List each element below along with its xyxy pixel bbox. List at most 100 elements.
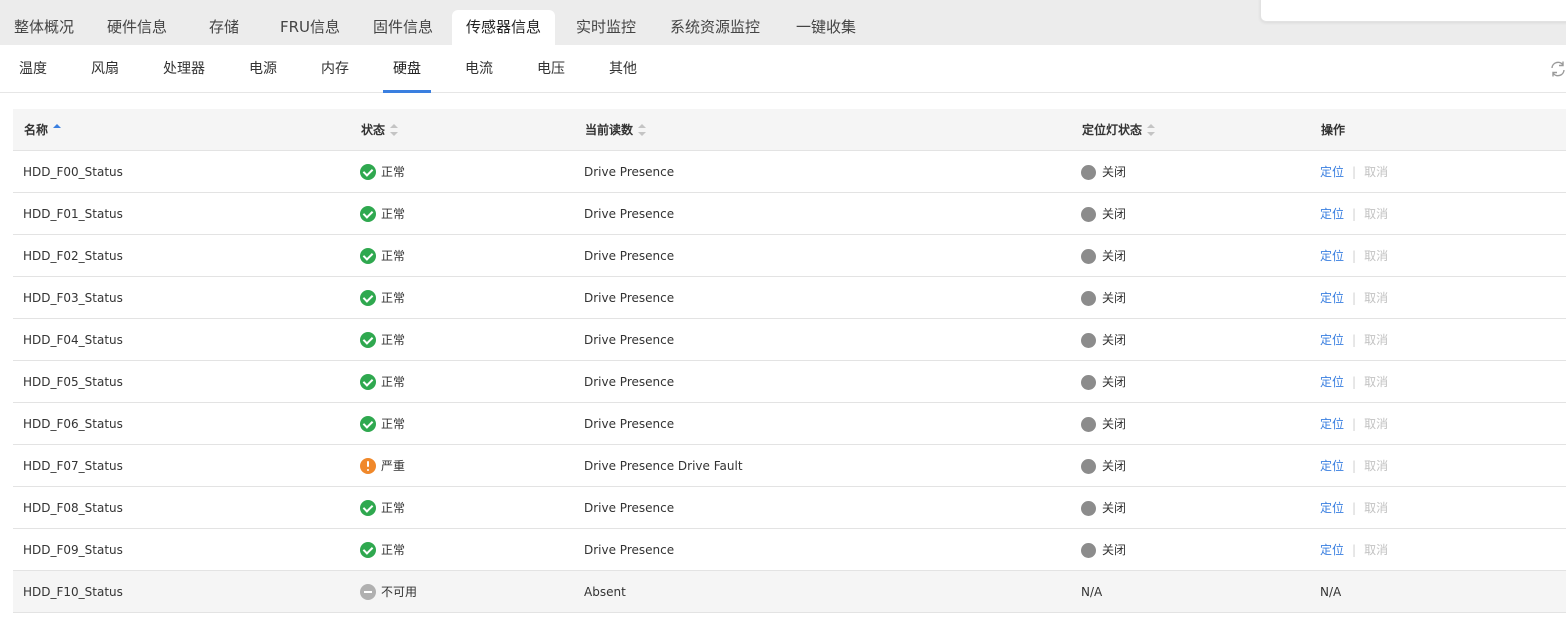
cell-actions: 定位 | 取消 <box>1320 403 1388 445</box>
led-off-icon <box>1081 206 1096 222</box>
cancel-button[interactable]: 取消 <box>1364 193 1388 235</box>
cell-name: HDD_F10_Status <box>23 585 123 599</box>
top-tab-2[interactable]: 存储 <box>195 10 253 45</box>
sub-tab-5[interactable]: 硬盘 <box>383 45 431 93</box>
cancel-button[interactable]: 取消 <box>1364 151 1388 193</box>
cell-name: HDD_F02_Status <box>23 249 123 263</box>
locate-button[interactable]: 定位 <box>1320 235 1344 277</box>
action-divider: | <box>1352 375 1357 389</box>
led-status-text: 关闭 <box>1102 333 1127 347</box>
action-divider: | <box>1352 291 1357 305</box>
cell-actions: 定位 | 取消 <box>1320 361 1388 403</box>
top-tab-3[interactable]: FRU信息 <box>266 10 354 45</box>
check-circle-icon <box>360 332 376 348</box>
sub-tab-4[interactable]: 内存 <box>312 45 358 93</box>
cell-led-status: 关闭 <box>1081 403 1126 445</box>
cell-actions: 定位 | 取消 <box>1320 487 1388 529</box>
cell-name: HDD_F01_Status <box>23 207 123 221</box>
sensor-sub-tab-bar: 温度 风扇 处理器 电源 内存 硬盘 电流 电压 其他 <box>0 45 1566 93</box>
locate-button[interactable]: 定位 <box>1320 445 1344 487</box>
cell-status: 正常 <box>360 235 405 277</box>
cell-reading: Drive Presence <box>584 543 675 557</box>
top-tab-8[interactable]: 一键收集 <box>782 10 870 45</box>
locate-button[interactable]: 定位 <box>1320 319 1344 361</box>
led-status-text: 关闭 <box>1102 249 1127 263</box>
sub-tab-2[interactable]: 处理器 <box>154 45 214 93</box>
locate-button[interactable]: 定位 <box>1320 361 1344 403</box>
sort-asc-icon[interactable] <box>53 124 62 136</box>
cell-actions: 定位 | 取消 <box>1320 235 1388 277</box>
cell-name: HDD_F08_Status <box>23 501 123 515</box>
cell-status: 正常 <box>360 193 405 235</box>
header-reading[interactable]: 当前读数 <box>585 109 647 151</box>
status-text: 正常 <box>381 501 406 515</box>
cell-led-status: 关闭 <box>1081 445 1126 487</box>
header-name[interactable]: 名称 <box>24 109 62 151</box>
led-off-icon <box>1081 290 1096 306</box>
table-row: HDD_F02_Status 正常 Drive Presence 关闭 定位 | 取消 <box>13 235 1566 277</box>
led-status-text: 关闭 <box>1102 375 1127 389</box>
locate-button[interactable]: 定位 <box>1320 487 1344 529</box>
cancel-button[interactable]: 取消 <box>1364 361 1388 403</box>
sort-icon[interactable] <box>638 124 647 136</box>
cancel-button[interactable]: 取消 <box>1364 487 1388 529</box>
action-divider: | <box>1352 459 1357 473</box>
table-row: HDD_F00_Status 正常 Drive Presence 关闭 定位 | 取消 <box>13 151 1566 193</box>
top-tab-1[interactable]: 硬件信息 <box>93 10 181 45</box>
header-status[interactable]: 状态 <box>361 109 399 151</box>
top-tab-4[interactable]: 固件信息 <box>359 10 447 45</box>
top-tab-7[interactable]: 系统资源监控 <box>656 10 774 45</box>
status-text: 不可用 <box>381 585 418 599</box>
sub-tab-7[interactable]: 电压 <box>528 45 574 93</box>
led-status-text: 关闭 <box>1102 165 1127 179</box>
cancel-button[interactable]: 取消 <box>1364 529 1388 571</box>
led-status-text: 关闭 <box>1102 417 1127 431</box>
sort-icon[interactable] <box>1147 124 1156 136</box>
action-text: N/A <box>1320 585 1342 599</box>
sub-tab-6[interactable]: 电流 <box>456 45 502 93</box>
minus-circle-icon <box>360 584 376 600</box>
cell-status: 正常 <box>360 403 405 445</box>
sub-tab-0[interactable]: 温度 <box>10 45 56 93</box>
led-status-text: 关闭 <box>1102 207 1127 221</box>
cancel-button[interactable]: 取消 <box>1364 403 1388 445</box>
locate-button[interactable]: 定位 <box>1320 151 1344 193</box>
locate-button[interactable]: 定位 <box>1320 193 1344 235</box>
sort-icon[interactable] <box>390 124 399 136</box>
refresh-icon[interactable] <box>1548 59 1566 79</box>
table-row: HDD_F09_Status 正常 Drive Presence 关闭 定位 | 取消 <box>13 529 1566 571</box>
top-tab-0[interactable]: 整体概况 <box>0 10 88 45</box>
cancel-button[interactable]: 取消 <box>1364 235 1388 277</box>
locate-button[interactable]: 定位 <box>1320 403 1344 445</box>
cancel-button[interactable]: 取消 <box>1364 277 1388 319</box>
check-circle-icon <box>360 206 376 222</box>
locate-button[interactable]: 定位 <box>1320 529 1344 571</box>
led-off-icon <box>1081 416 1096 432</box>
cell-reading: Drive Presence <box>584 501 675 515</box>
action-divider: | <box>1352 249 1357 263</box>
table-header: 名称 状态 当前读数 定位灯状态 操作 <box>13 109 1566 151</box>
sub-tab-3[interactable]: 电源 <box>240 45 286 93</box>
header-led-status[interactable]: 定位灯状态 <box>1082 109 1156 151</box>
sub-tab-1[interactable]: 风扇 <box>82 45 128 93</box>
top-tab-6[interactable]: 实时监控 <box>562 10 650 45</box>
cell-led-status: 关闭 <box>1081 529 1126 571</box>
cancel-button[interactable]: 取消 <box>1364 445 1388 487</box>
locate-button[interactable]: 定位 <box>1320 277 1344 319</box>
cell-name: HDD_F07_Status <box>23 459 123 473</box>
cancel-button[interactable]: 取消 <box>1364 319 1388 361</box>
cell-name: HDD_F00_Status <box>23 165 123 179</box>
top-tab-5[interactable]: 传感器信息 <box>452 10 556 45</box>
action-divider: | <box>1352 333 1357 347</box>
led-off-icon <box>1081 248 1096 264</box>
led-status-text: 关闭 <box>1102 501 1127 515</box>
table-row: HDD_F10_Status 不可用 Absent N/A N/A <box>13 571 1566 613</box>
cell-reading: Drive Presence <box>584 291 675 305</box>
cell-led-status: 关闭 <box>1081 193 1126 235</box>
cell-status: 不可用 <box>360 571 417 613</box>
sub-tab-8[interactable]: 其他 <box>600 45 646 93</box>
cell-name: HDD_F03_Status <box>23 291 123 305</box>
table-row: HDD_F06_Status 正常 Drive Presence 关闭 定位 | 取消 <box>13 403 1566 445</box>
cell-reading: Absent <box>584 585 626 599</box>
status-text: 正常 <box>381 165 406 179</box>
